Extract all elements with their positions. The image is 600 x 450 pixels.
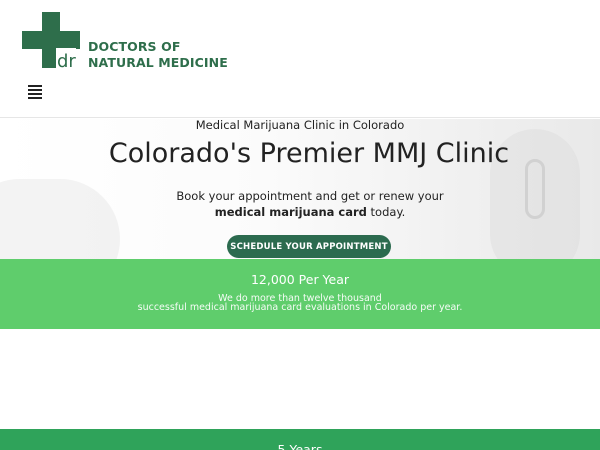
logo-wordmark: DOCTORS OF NATURAL MEDICINE — [88, 39, 228, 71]
stat-band-evaluations: 12,000 Per Year We do more than twelve t… — [0, 259, 600, 329]
logo-mark-text: dr — [57, 51, 76, 68]
stat-title: 12,000 Per Year — [250, 272, 350, 287]
stat-title: 5 Years — [277, 442, 323, 450]
stat-description-line-2: successful medical marijuana card evalua… — [137, 302, 463, 313]
schedule-appointment-button[interactable]: SCHEDULE YOUR APPOINTMENT — [227, 235, 391, 258]
logo-line-1: DOCTORS OF — [88, 39, 181, 54]
page-title: Colorado's Premier MMJ Clinic — [108, 138, 510, 169]
stat-band-years: 5 Years — [0, 429, 600, 450]
site-header: dr DOCTORS OF NATURAL MEDICINE — [0, 0, 600, 118]
hamburger-menu-icon[interactable] — [28, 85, 42, 99]
hero-subtitle-bold: medical marijuana card — [214, 205, 367, 219]
hero-eyebrow: Medical Marijuana Clinic in Colorado — [195, 118, 405, 132]
content-spacer — [0, 329, 600, 429]
medical-cross-icon: dr — [22, 12, 80, 68]
site-logo[interactable]: dr DOCTORS OF NATURAL MEDICINE — [22, 12, 252, 72]
hero-subtitle: Book your appointment and get or renew y… — [176, 189, 444, 219]
logo-line-2: NATURAL MEDICINE — [88, 55, 228, 70]
